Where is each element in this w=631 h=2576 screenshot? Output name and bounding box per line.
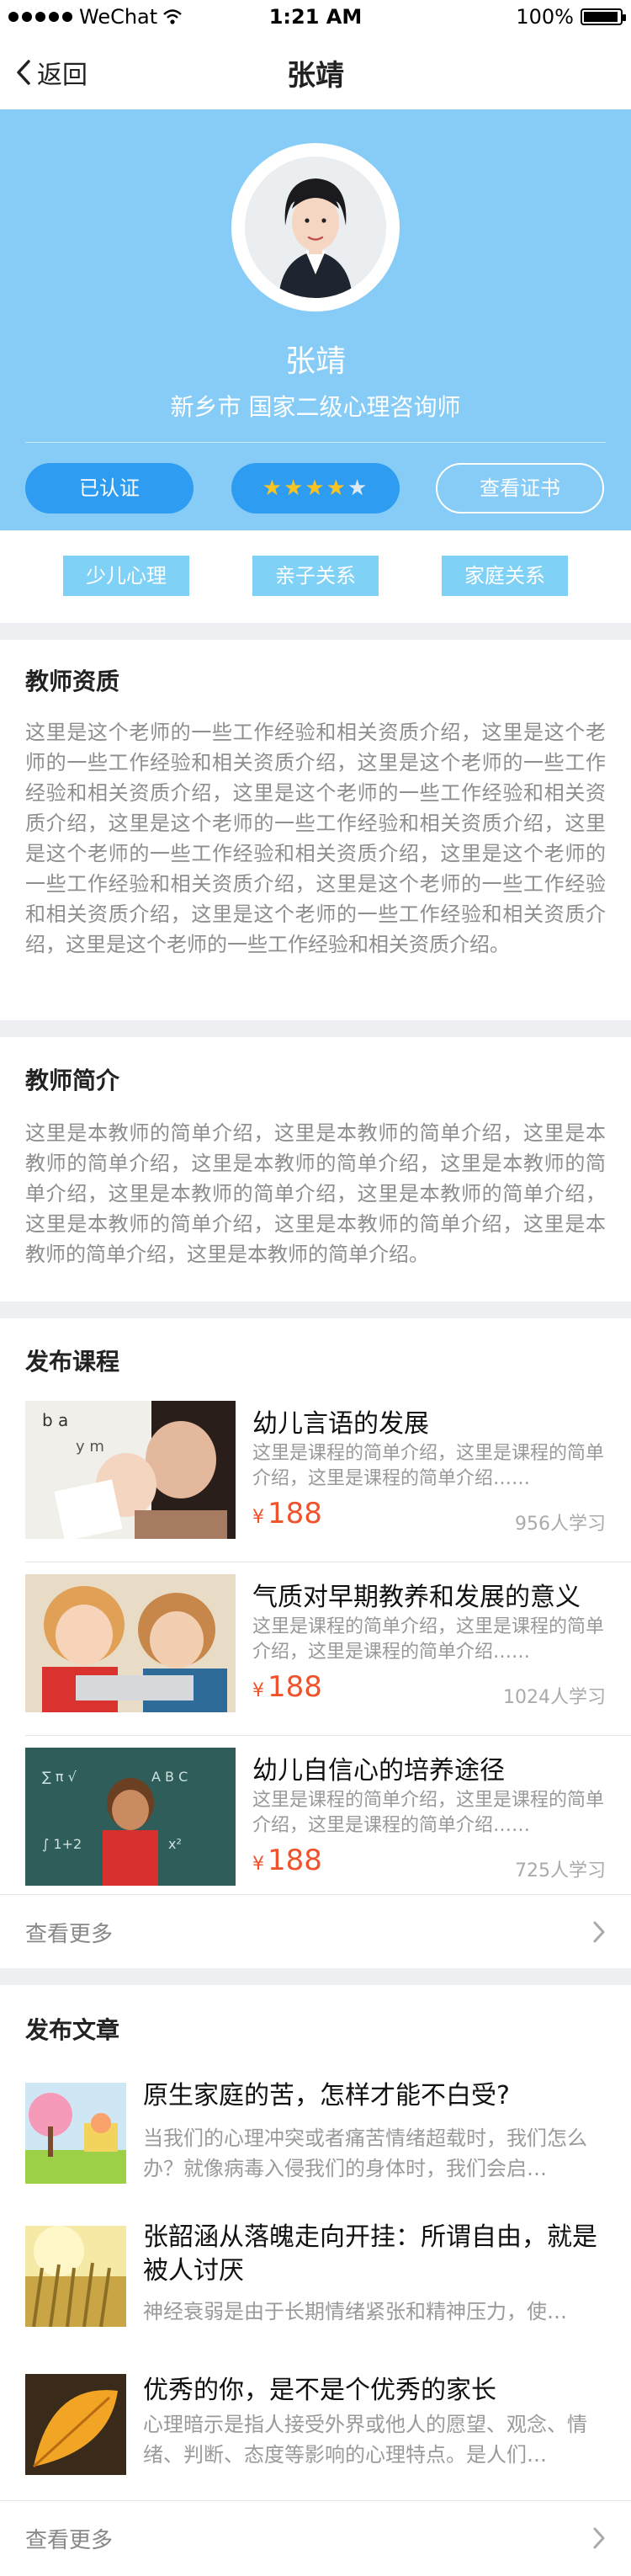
course-title: 幼儿自信心的培养途径 — [252, 1756, 505, 1786]
course-title: 幼儿言语的发展 — [252, 1409, 429, 1439]
view-certificate-button[interactable]: 查看证书 — [436, 463, 604, 514]
article-title: 原生家庭的苦，怎样才能不白受? — [143, 2081, 510, 2110]
course-thumbnail — [25, 1574, 236, 1712]
course-learners: 956人学习 — [515, 1514, 606, 1535]
course-price: ¥188 — [252, 1497, 322, 1530]
svg-text:∑ π √: ∑ π √ — [42, 1769, 77, 1785]
qualification-title: 教师资质 — [25, 668, 120, 695]
page-title: 张靖 — [287, 59, 344, 93]
teacher-subtitle: 新乡市 国家二级心理咨询师 — [170, 393, 461, 421]
rating-empty-star: ★ — [347, 476, 369, 501]
svg-text:A B C: A B C — [151, 1769, 188, 1785]
article-item[interactable]: 原生家庭的苦，怎样才能不白受? 当我们的心理冲突或者痛苦情绪超载时，我们怎么办？… — [0, 2046, 631, 2197]
section-gap — [0, 1020, 631, 1037]
section-gap — [0, 1301, 631, 1318]
intro-text: 这里是本教师的简单介绍，这里是本教师的简单介绍，这里是本教师的简单介绍，这里是本… — [25, 1121, 606, 1266]
section-gap — [0, 623, 631, 640]
more-label: 查看更多 — [25, 2528, 114, 2553]
course-item[interactable]: 气质对早期教养和发展的意义 这里是课程的简单介绍，这里是课程的简单介绍，这里是课… — [0, 1562, 631, 1736]
course-item[interactable]: b a y m 幼儿言语的发展 这里是课程的简单介绍，这里是课程的简单介绍，这里… — [0, 1389, 631, 1562]
tag-list: 少儿心理 亲子关系 家庭关系 — [0, 530, 631, 623]
article-item[interactable]: 优秀的你，是不是个优秀的家长 心理暗示是指人接受外界或他人的愿望、观念、情绪、判… — [0, 2349, 631, 2500]
article-description: 心理暗示是指人接受外界或他人的愿望、观念、情绪、判断、态度等影响的心理特点。是人… — [143, 2413, 587, 2467]
course-description: 这里是课程的简单介绍，这里是课程的简单介绍，这里是课程的简单介绍…… — [252, 1790, 605, 1836]
article-description: 神经衰弱是由于长期情绪紧张和精神压力，使… — [143, 2300, 567, 2323]
avatar — [245, 157, 386, 298]
courses-more-link[interactable]: 查看更多 — [0, 1894, 631, 1968]
course-learners: 725人学习 — [515, 1860, 606, 1881]
article-thumbnail — [25, 2226, 126, 2327]
qualification-text: 这里是这个老师的一些工作经验和相关资质介绍，这里是这个老师的一些工作经验和相关资… — [25, 721, 606, 956]
profile-header: 张靖 新乡市 国家二级心理咨询师 已认证 ★★★★★ 查看证书 — [0, 109, 631, 530]
article-thumbnail — [25, 2374, 126, 2475]
course-title: 气质对早期教养和发展的意义 — [252, 1583, 581, 1612]
article-description: 当我们的心理冲突或者痛苦情绪超载时，我们怎么办？就像病毒入侵我们的身体时，我们会… — [143, 2126, 587, 2180]
avatar-frame — [231, 143, 400, 311]
svg-text:∫ 1+2: ∫ 1+2 — [42, 1836, 82, 1852]
verified-badge: 已认证 — [25, 463, 194, 514]
course-item[interactable]: ∑ π √ A B C ∫ 1+2 x² 幼儿自信心的培养途径 这里是课程的简单… — [0, 1736, 631, 1909]
svg-text:b a: b a — [42, 1410, 68, 1430]
article-title: 优秀的你，是不是个优秀的家长 — [143, 2376, 496, 2405]
articles-more-link[interactable]: 查看更多 — [0, 2500, 631, 2574]
tag-family-relations: 家庭关系 — [442, 556, 568, 596]
course-thumbnail: b a y m — [25, 1401, 236, 1539]
chevron-right-icon — [593, 2527, 605, 2549]
article-item[interactable]: 张韶涵从落魄走向开挂：所谓自由，就是被人讨厌 神经衰弱是由于长期情绪紧张和精神压… — [0, 2197, 631, 2349]
course-description: 这里是课程的简单介绍，这里是课程的简单介绍，这里是课程的简单介绍…… — [252, 1443, 605, 1489]
tag-parent-child: 亲子关系 — [252, 556, 379, 596]
status-bar: WeChat 1:21 AM 100% — [0, 0, 631, 34]
rating-badge: ★★★★★ — [231, 463, 400, 514]
nav-bar: 返回 张靖 — [0, 34, 631, 109]
battery-icon — [581, 8, 626, 25]
course-learners: 1024人学习 — [503, 1687, 606, 1708]
tag-child-psychology: 少儿心理 — [63, 556, 189, 596]
course-price: ¥188 — [252, 1844, 322, 1877]
more-label: 查看更多 — [25, 1922, 114, 1947]
section-gap — [0, 1968, 631, 1985]
svg-text:y m: y m — [76, 1438, 104, 1456]
teacher-name: 张靖 — [284, 344, 346, 379]
articles-title: 发布文章 — [25, 2016, 120, 2044]
course-description: 这里是课程的简单介绍，这里是课程的简单介绍，这里是课程的简单介绍…… — [252, 1616, 605, 1663]
intro-title: 教师简介 — [25, 1067, 120, 1094]
article-thumbnail — [25, 2083, 126, 2184]
battery-status: 100% — [516, 5, 626, 29]
course-price: ¥188 — [252, 1670, 322, 1704]
svg-text:x²: x² — [168, 1836, 182, 1852]
chevron-right-icon — [593, 1921, 605, 1943]
battery-percent: 100% — [516, 5, 574, 29]
header-divider — [25, 442, 606, 443]
course-thumbnail: ∑ π √ A B C ∫ 1+2 x² — [25, 1748, 236, 1886]
rating-filled-stars: ★★★★ — [262, 476, 347, 501]
courses-title: 发布课程 — [25, 1348, 120, 1376]
article-title: 张韶涵从落魄走向开挂：所谓自由，就是被人讨厌 — [143, 2222, 597, 2286]
